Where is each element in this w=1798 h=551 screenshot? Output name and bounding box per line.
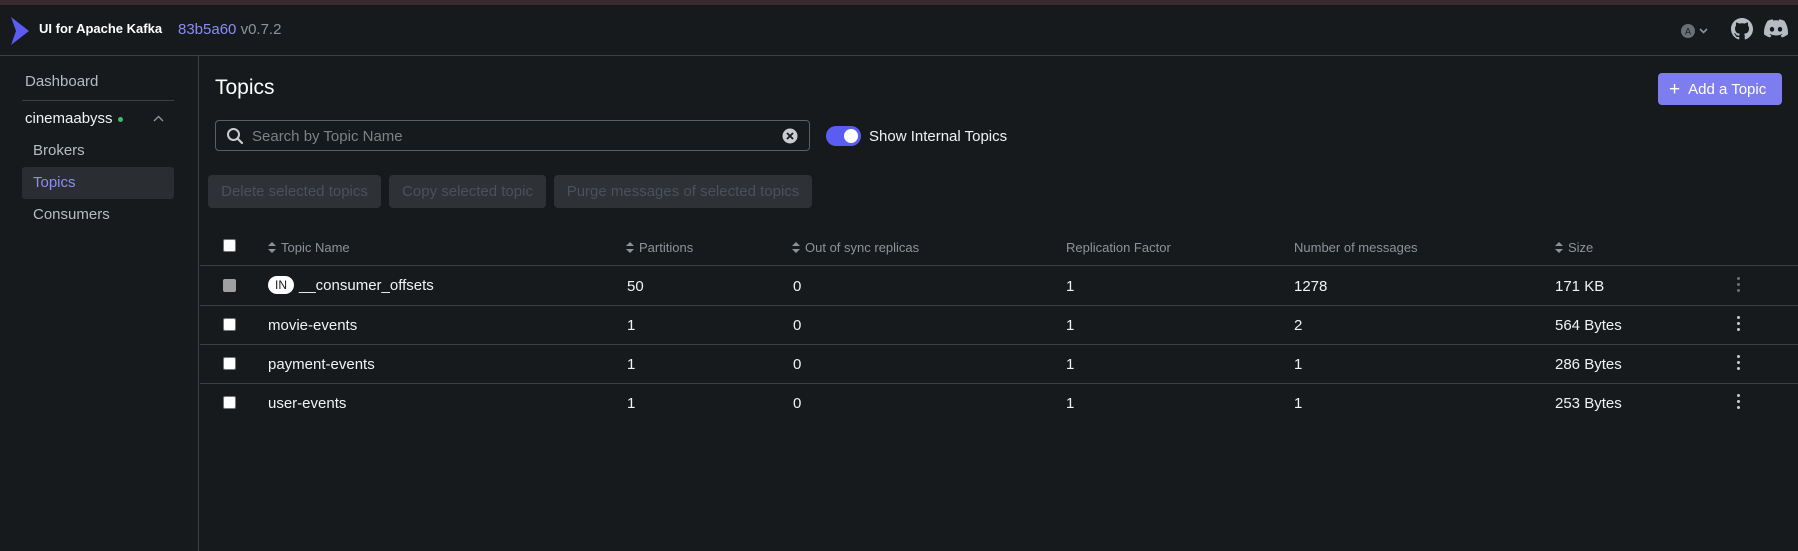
sidebar-divider [22,100,174,101]
partitions-cell: 50 [627,278,644,295]
search-box [215,120,810,151]
logo-icon[interactable] [9,15,31,47]
version-label: v0.7.2 [240,21,282,38]
row-checkbox [223,279,236,292]
messages-cell: 1 [1294,395,1303,412]
select-all-checkbox[interactable] [223,239,236,252]
sort-icon [1555,242,1563,253]
cluster-name: cinemaabyss [25,110,113,127]
column-replication-factor: Replication Factor [1066,240,1171,255]
app-title[interactable]: UI for Apache Kafka [39,21,162,36]
partitions-cell: 1 [627,356,636,373]
topic-name[interactable]: payment-events [268,356,375,373]
topic-name: __consumer_offsets [299,277,434,294]
copy-selected-button[interactable]: Copy selected topic [389,175,546,208]
user-avatar-icon: A [1681,24,1708,38]
github-icon[interactable] [1731,18,1753,40]
row-checkbox[interactable] [223,357,236,370]
internal-badge: IN [268,276,294,294]
sort-icon [792,242,800,253]
replication-cell: 1 [1066,356,1075,373]
table-row[interactable]: movie-events 1 0 1 2 564 Bytes [200,306,1798,345]
user-menu[interactable]: A [1681,24,1711,43]
chevron-up-icon[interactable] [153,115,164,123]
sort-icon [626,242,634,253]
out-of-sync-cell: 0 [793,317,802,334]
show-internal-toggle[interactable] [826,126,861,146]
size-cell: 253 Bytes [1555,395,1622,412]
delete-selected-button[interactable]: Delete selected topics [208,175,381,208]
row-menu-icon[interactable] [1737,316,1740,334]
sidebar-cluster[interactable]: cinemaabyss [25,110,123,127]
messages-cell: 1 [1294,356,1303,373]
out-of-sync-cell: 0 [793,356,802,373]
search-input[interactable] [252,127,752,145]
row-menu-icon[interactable] [1737,394,1740,412]
column-number-of-messages: Number of messages [1294,240,1418,255]
row-menu-icon[interactable] [1737,355,1740,373]
out-of-sync-cell: 0 [793,278,802,295]
row-menu-icon[interactable] [1737,277,1740,295]
show-internal-label: Show Internal Topics [869,128,1008,145]
size-cell: 286 Bytes [1555,356,1622,373]
topic-name[interactable]: user-events [268,395,346,412]
add-topic-button[interactable]: + Add a Topic [1658,73,1782,105]
topic-name-cell[interactable]: IN __consumer_offsets [268,276,434,294]
row-checkbox[interactable] [223,318,236,331]
version-info: 83b5a60 v0.7.2 [178,21,281,38]
size-cell: 171 KB [1555,278,1605,295]
table-row[interactable]: IN __consumer_offsets 50 0 1 1278 171 KB [200,266,1798,306]
sidebar-item-consumers[interactable]: Consumers [33,206,110,223]
column-out-of-sync[interactable]: Out of sync replicas [792,240,919,255]
messages-cell: 2 [1294,317,1303,334]
main-content: Topics + Add a Topic Show Internal Topic… [200,56,1798,551]
size-cell: 564 Bytes [1555,317,1622,334]
topic-name[interactable]: movie-events [268,317,357,334]
sidebar-item-topics[interactable]: Topics [33,174,76,191]
table-header: Topic Name Partitions Out of sync replic… [200,226,1798,266]
table-row[interactable]: user-events 1 0 1 1 253 Bytes [200,384,1798,423]
purge-messages-button[interactable]: Purge messages of selected topics [554,175,812,208]
toggle-knob [844,129,858,143]
sidebar-item-brokers[interactable]: Brokers [33,142,85,159]
replication-cell: 1 [1066,395,1075,412]
sidebar-item-dashboard[interactable]: Dashboard [25,73,98,90]
column-topic-name[interactable]: Topic Name [268,240,350,255]
commit-hash-link[interactable]: 83b5a60 [178,21,236,38]
column-size[interactable]: Size [1555,240,1593,255]
messages-cell: 1278 [1294,278,1328,295]
partitions-cell: 1 [627,317,636,334]
column-partitions[interactable]: Partitions [626,240,693,255]
app-header: UI for Apache Kafka 83b5a60 v0.7.2 A [0,5,1798,56]
page-title: Topics [215,76,275,99]
plus-icon: + [1669,78,1681,100]
chevron-down-icon [1699,28,1708,34]
avatar-letter: A [1685,27,1691,37]
partitions-cell: 1 [627,395,636,412]
table-row[interactable]: payment-events 1 0 1 1 286 Bytes [200,345,1798,384]
clear-search-icon[interactable] [782,128,798,144]
replication-cell: 1 [1066,317,1075,334]
discord-icon[interactable] [1764,19,1788,39]
row-checkbox[interactable] [223,396,236,409]
replication-cell: 1 [1066,278,1075,295]
search-icon [227,128,244,145]
sort-icon [268,242,276,253]
sidebar: Dashboard cinemaabyss Brokers Topics Con… [0,56,199,551]
add-topic-label: Add a Topic [1688,80,1767,98]
out-of-sync-cell: 0 [793,395,802,412]
cluster-status-dot [117,116,123,122]
